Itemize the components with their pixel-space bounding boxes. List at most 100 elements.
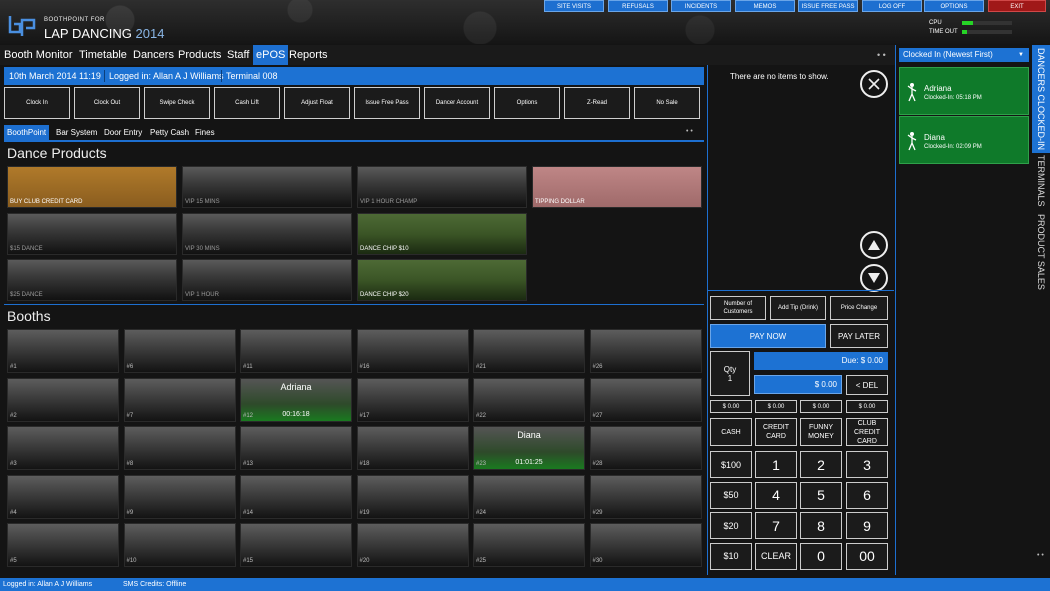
- clock-out-button[interactable]: Clock Out: [74, 87, 140, 119]
- keypad-9[interactable]: 9: [846, 512, 888, 539]
- keypad-0[interactable]: 0: [800, 542, 842, 570]
- booth-tile[interactable]: #26: [589, 329, 702, 373]
- subtab-scroll-dots[interactable]: • •: [686, 125, 693, 139]
- site-visits-button[interactable]: SITE VISITS: [544, 0, 604, 12]
- nav-reports[interactable]: Reports: [286, 45, 331, 65]
- booth-tile[interactable]: #1: [7, 329, 119, 373]
- keypad-3[interactable]: 3: [846, 451, 888, 478]
- keypad-4[interactable]: 4: [755, 481, 797, 509]
- product-tile[interactable]: $15 DANCE: [7, 213, 177, 255]
- refusals-button[interactable]: REFUSALS: [608, 0, 668, 12]
- product-tile[interactable]: VIP 1 HOUR: [182, 259, 352, 301]
- booth-tile[interactable]: #4: [7, 474, 119, 519]
- no-sale-button[interactable]: No Sale: [634, 87, 700, 119]
- adjust-float-button[interactable]: Adjust Float: [284, 87, 350, 119]
- number-of-customers-button[interactable]: Number of Customers: [710, 296, 766, 320]
- funny-money-payment-button[interactable]: FUNNY MONEY: [800, 418, 842, 446]
- booth-tile[interactable]: #20: [356, 523, 469, 567]
- dancer-card[interactable]: Diana Clocked-In: 02:09 PM: [899, 116, 1029, 164]
- nav-staff[interactable]: Staff: [224, 45, 252, 65]
- memos-button[interactable]: MEMOS: [735, 0, 795, 12]
- vtab-dancers-clocked-in[interactable]: DANCERS CLOCKED-IN: [1032, 45, 1050, 153]
- booth-tile[interactable]: #28: [589, 426, 702, 470]
- keypad-6[interactable]: 6: [846, 481, 888, 509]
- options-button[interactable]: Options: [494, 87, 560, 119]
- quantity-button[interactable]: Qty 1: [710, 351, 750, 396]
- pay-now-button[interactable]: PAY NOW: [710, 324, 826, 348]
- vertical-scroll-dots[interactable]: • •: [1037, 552, 1044, 559]
- booth-tile[interactable]: #13: [240, 426, 352, 470]
- booth-tile[interactable]: #22: [473, 377, 585, 422]
- options-button[interactable]: OPTIONS: [924, 0, 984, 12]
- booth-tile[interactable]: #27: [589, 377, 702, 422]
- nav-products[interactable]: Products: [175, 45, 224, 65]
- keypad-2[interactable]: 2: [800, 451, 842, 478]
- tendered-amount-button[interactable]: $ 0.00: [710, 400, 752, 413]
- booth-tile[interactable]: #24: [473, 474, 585, 519]
- booth-tile[interactable]: #16: [356, 329, 469, 373]
- booth-tile[interactable]: #12 Adriana 00:16:18: [240, 377, 352, 422]
- booth-tile[interactable]: #17: [356, 377, 469, 422]
- z-read-button[interactable]: Z-Read: [564, 87, 630, 119]
- nav-dancers[interactable]: Dancers: [130, 45, 177, 65]
- vtab-product-sales[interactable]: PRODUCT SALES: [1032, 212, 1050, 292]
- add-tip-button[interactable]: Add Tip (Drink): [770, 296, 826, 320]
- vtab-terminals[interactable]: TERMINALS: [1032, 153, 1050, 209]
- nav-booth-monitor[interactable]: Booth Monitor: [1, 45, 75, 65]
- tender-amount-field[interactable]: $ 0.00: [754, 375, 842, 394]
- booth-tile[interactable]: #9: [123, 474, 236, 519]
- booth-tile[interactable]: #21: [473, 329, 585, 373]
- quick-amount-button[interactable]: $10: [710, 542, 752, 570]
- delete-button[interactable]: < DEL: [846, 375, 888, 395]
- issue-free-pass-button[interactable]: ISSUE FREE PASS: [798, 0, 858, 12]
- subtab-boothpoint[interactable]: BoothPoint: [4, 125, 50, 140]
- booth-tile[interactable]: #19: [356, 474, 469, 519]
- quick-amount-button[interactable]: $20: [710, 512, 752, 539]
- booth-tile[interactable]: #6: [123, 329, 236, 373]
- keypad-clear[interactable]: CLEAR: [755, 542, 797, 570]
- dancer-account-button[interactable]: Dancer Account: [424, 87, 490, 119]
- tendered-amount-button[interactable]: $ 0.00: [800, 400, 842, 413]
- exit-button[interactable]: EXIT: [988, 0, 1046, 12]
- dancers-filter-select[interactable]: Clocked In (Newest First) ▼: [899, 48, 1029, 62]
- product-tile[interactable]: DANCE CHIP $10: [357, 213, 527, 255]
- tendered-amount-button[interactable]: $ 0.00: [846, 400, 888, 413]
- quick-amount-button[interactable]: $100: [710, 451, 752, 478]
- product-tile[interactable]: DANCE CHIP $20: [357, 259, 527, 301]
- close-cart-button[interactable]: [860, 70, 888, 98]
- swipe-check-button[interactable]: Swipe Check: [144, 87, 210, 119]
- tendered-amount-button[interactable]: $ 0.00: [755, 400, 797, 413]
- subtab-bar-system[interactable]: Bar System: [53, 125, 100, 140]
- subtab-petty-cash[interactable]: Petty Cash: [147, 125, 192, 140]
- scroll-up-button[interactable]: [860, 231, 888, 259]
- cash-lift-button[interactable]: Cash Lift: [214, 87, 280, 119]
- product-tile[interactable]: $25 DANCE: [7, 259, 177, 301]
- cash-payment-button[interactable]: CASH: [710, 418, 752, 446]
- booth-tile[interactable]: #29: [589, 474, 702, 519]
- keypad-00[interactable]: 00: [846, 542, 888, 570]
- booth-tile[interactable]: #30: [589, 523, 702, 567]
- product-tile[interactable]: BUY CLUB CREDIT CARD: [7, 166, 177, 208]
- product-tile[interactable]: TIPPING DOLLAR: [532, 166, 702, 208]
- booth-tile[interactable]: #11: [240, 329, 352, 373]
- price-change-button[interactable]: Price Change: [830, 296, 888, 320]
- club-credit-card-payment-button[interactable]: CLUB CREDIT CARD: [846, 418, 888, 446]
- credit-card-payment-button[interactable]: CREDIT CARD: [755, 418, 797, 446]
- booth-tile[interactable]: #7: [123, 377, 236, 422]
- keypad-7[interactable]: 7: [755, 512, 797, 539]
- issue-free-pass-button[interactable]: Issue Free Pass: [354, 87, 420, 119]
- product-tile[interactable]: VIP 15 MINS: [182, 166, 352, 208]
- clock-in-button[interactable]: Clock In: [4, 87, 70, 119]
- booth-tile[interactable]: #18: [356, 426, 469, 470]
- booth-tile[interactable]: #14: [240, 474, 352, 519]
- booth-tile[interactable]: #25: [473, 523, 585, 567]
- keypad-5[interactable]: 5: [800, 481, 842, 509]
- nav-scroll-dots[interactable]: • •: [877, 45, 886, 65]
- booth-tile[interactable]: #15: [240, 523, 352, 567]
- keypad-1[interactable]: 1: [755, 451, 797, 478]
- product-tile[interactable]: VIP 30 MINS: [182, 213, 352, 255]
- booth-tile[interactable]: #23 Diana 01:01:25: [473, 426, 585, 470]
- booth-tile[interactable]: #8: [123, 426, 236, 470]
- log-off-button[interactable]: LOG OFF: [862, 0, 922, 12]
- subtab-door-entry[interactable]: Door Entry: [101, 125, 145, 140]
